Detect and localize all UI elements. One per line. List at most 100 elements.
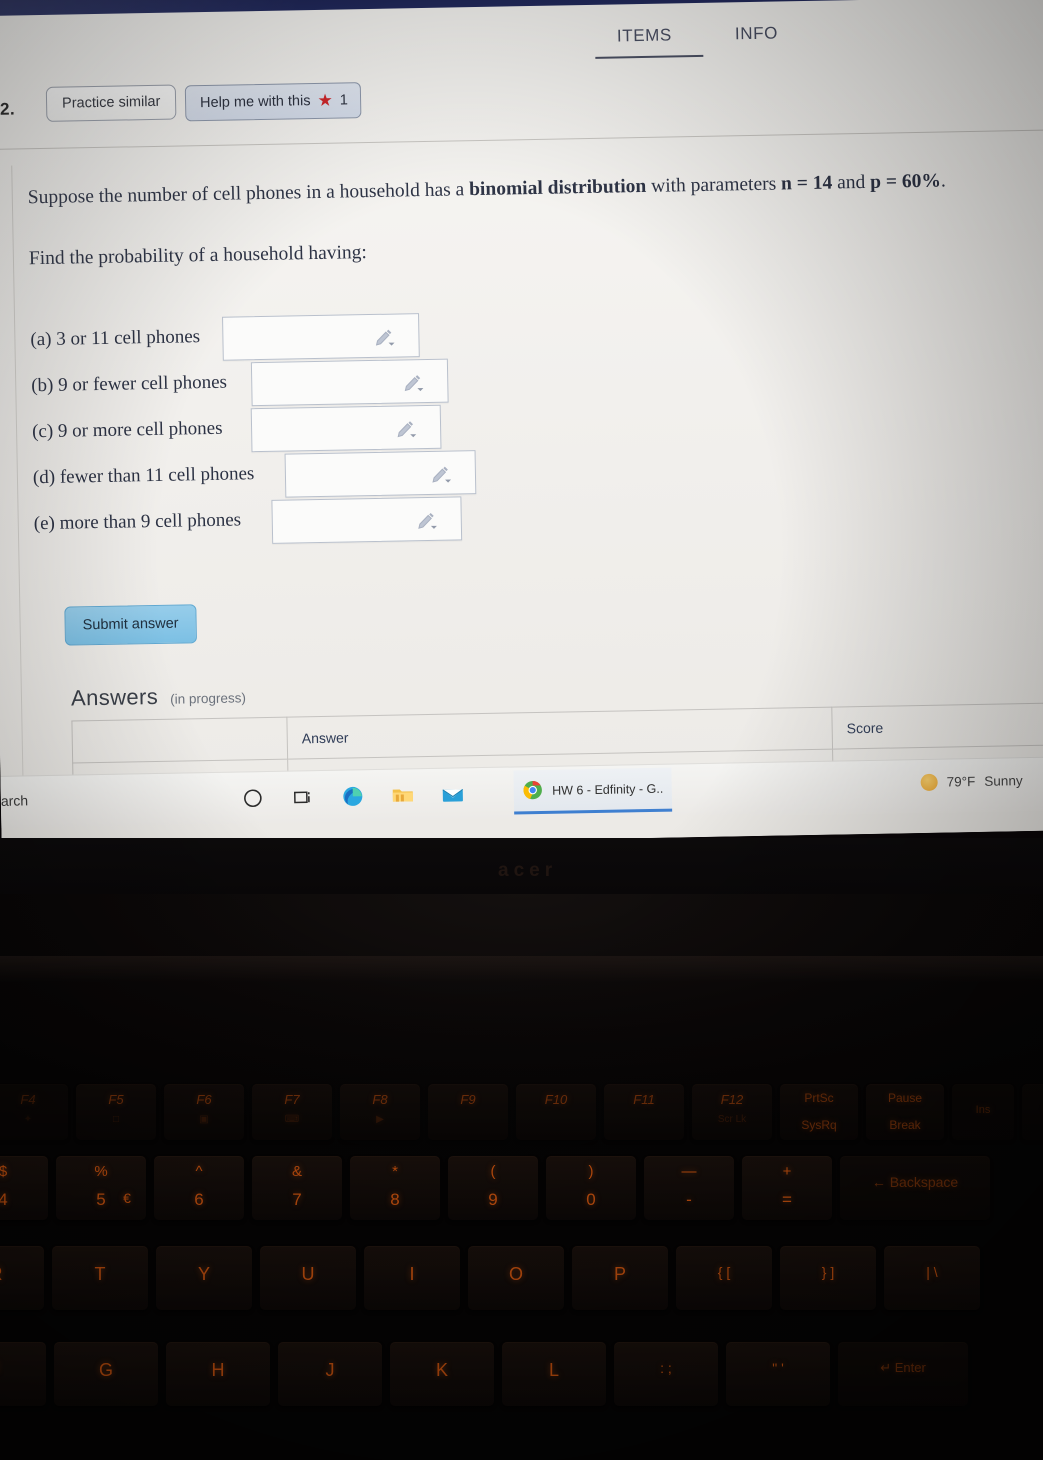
key-shift-label: + [782,1163,792,1180]
key-enter[interactable]: ↵ Enter [838,1342,968,1406]
key-f[interactable]: F [0,1342,46,1406]
key-i[interactable]: I [364,1246,460,1310]
q1-part-c: with parameters [646,173,782,197]
key-p[interactable]: P [572,1246,668,1310]
key-f4[interactable]: F4 ✦ [0,1084,68,1140]
key-f6[interactable]: F6 ▣ [164,1084,244,1140]
tab-items[interactable]: ITEMS [617,25,672,46]
answer-input-a[interactable] [222,313,420,361]
key-h[interactable]: H [166,1342,270,1406]
edge-icon[interactable] [341,784,365,808]
param-p: p = 60% [869,170,942,193]
key-u[interactable]: U [260,1246,356,1310]
key-f10[interactable]: F10 [516,1084,596,1140]
key-r[interactable]: R [0,1246,44,1310]
help-me-with-this-button[interactable]: Help me with this ★ 1 [184,82,362,122]
key-8[interactable]: * 8 [350,1156,440,1220]
key-sublabel: Scr Lk [717,1114,747,1125]
chrome-icon [522,778,546,802]
task-view-icon[interactable] [291,785,315,809]
answer-label: (e) more than 9 cell phones [33,509,242,535]
key-j[interactable]: J [278,1342,382,1406]
key-6[interactable]: ^ 6 [154,1156,244,1220]
key-label: O [508,1264,523,1284]
key-semicolon[interactable]: : ; [614,1342,718,1406]
laptop-deck: acer F4 ✦ F5 □ F6 ▣ F7 ⌨ F8 ▶ F9 F10 F11… [0,838,1043,1460]
laptop-hinge [0,956,1043,982]
q1-part-d: and [832,171,871,194]
key-bracket-left[interactable]: { [ [676,1246,772,1310]
key-f8[interactable]: F8 ▶ [340,1084,420,1140]
key-f12[interactable]: F12 Scr Lk [692,1084,772,1140]
key-sublabel: ✦ [23,1114,33,1125]
key-o[interactable]: O [468,1246,564,1310]
sun-icon [920,773,938,792]
key-bracket-right[interactable]: } ] [780,1246,876,1310]
key-delete[interactable]: Del [1022,1084,1043,1140]
answer-input-b[interactable] [250,358,449,407]
key-4[interactable]: $ 4 [0,1156,48,1220]
key-9[interactable]: ( 9 [448,1156,538,1220]
key-k[interactable]: K [390,1342,494,1406]
key-label: 6 [194,1190,204,1209]
key-0[interactable]: ) 0 [546,1156,636,1220]
key-t[interactable]: T [52,1246,148,1310]
key-sublabel: ⌨ [284,1114,300,1125]
key-label: F6 [196,1092,212,1107]
key-backspace[interactable]: ← Backspace [840,1156,990,1220]
answer-input-c[interactable] [250,404,442,453]
key-label: U [301,1264,315,1284]
laptop-screen: ITEMS INFO 12. Practice similar Help me … [0,0,1043,850]
question-line-2: Find the probability of a household havi… [28,242,368,270]
practice-similar-button[interactable]: Practice similar [45,84,177,122]
key-y[interactable]: Y [156,1246,252,1310]
key-f9[interactable]: F9 [428,1084,508,1140]
answer-rows: (a) 3 or 11 cell phones (b) 9 or fewer c… [30,311,554,550]
key-f11[interactable]: F11 [604,1084,684,1140]
key-label: I [409,1264,415,1284]
key-shift-label: ) [588,1163,594,1180]
help-me-label: Help me with this [199,92,311,111]
key-g[interactable]: G [54,1342,158,1406]
key-equals[interactable]: + = [742,1156,832,1220]
key-print-screen[interactable]: PrtSc SysRq [780,1084,858,1140]
key-quote[interactable]: " ' [726,1342,830,1406]
key-shift-label: % [94,1163,108,1180]
answer-row: (e) more than 9 cell phones [33,495,554,551]
question-body: Suppose the number of cell phones in a h… [28,164,1043,273]
key-label: " ' [772,1360,784,1376]
answers-status: (in progress) [170,690,247,707]
key-alt-label: € [123,1190,131,1206]
key-minus[interactable]: — - [644,1156,734,1220]
key-label: F8 [372,1092,388,1107]
answer-input-e[interactable] [271,496,463,544]
key-sublabel: SysRq [801,1118,837,1132]
submit-answer-button[interactable]: Submit answer [64,604,197,646]
key-sublabel: ▣ [199,1114,209,1125]
key-shift-label: & [291,1163,302,1180]
key-f7[interactable]: F7 ⌨ [252,1084,332,1140]
taskbar-search-label[interactable]: arch [1,792,29,808]
taskbar-active-task-chrome[interactable]: HW 6 - Edfinity - G... [513,767,673,815]
key-label: F5 [108,1092,124,1107]
keyboard: F4 ✦ F5 □ F6 ▣ F7 ⌨ F8 ▶ F9 F10 F11 F12 … [0,1084,1043,1460]
key-5[interactable]: % 5 € [56,1156,146,1220]
key-insert[interactable]: Ins [952,1084,1014,1140]
cortana-icon[interactable] [241,786,265,810]
key-label: 7 [292,1190,302,1209]
key-7[interactable]: & 7 [252,1156,342,1220]
keyboard-number-row: $ 4 % 5 € ^ 6 & 7 * 8 (9) 0 — - + = ← … [0,1156,1043,1220]
keyboard-home-row: F G H J K L : ; [0,1342,1043,1406]
file-explorer-icon[interactable] [391,783,415,807]
key-sublabel: ▶ [376,1114,384,1125]
key-l[interactable]: L [502,1342,606,1406]
answer-label: (b) 9 or fewer cell phones [31,371,228,397]
key-shift-label: $ [0,1163,8,1180]
mail-icon[interactable] [441,782,465,806]
key-f5[interactable]: F5 □ [76,1084,156,1140]
answer-input-d[interactable] [284,450,477,498]
key-backslash[interactable]: | \ [884,1246,980,1310]
tab-info[interactable]: INFO [735,23,778,44]
taskbar-weather-widget[interactable]: 79°F Sunny [920,772,1023,792]
key-pause-break[interactable]: Pause Break [866,1084,944,1140]
